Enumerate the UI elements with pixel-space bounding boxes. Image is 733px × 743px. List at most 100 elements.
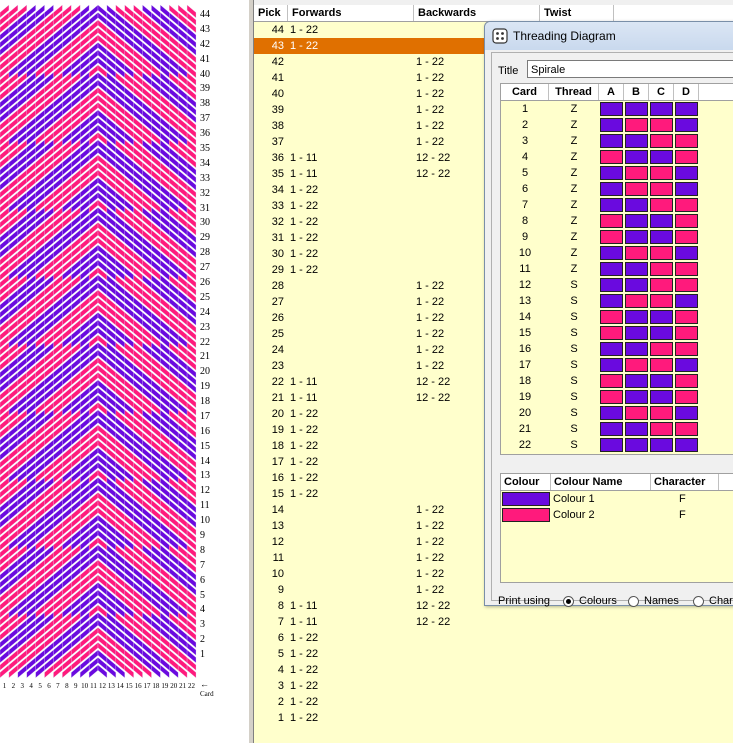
hole-a-swatch[interactable] (600, 102, 623, 116)
colour-swatch[interactable] (502, 492, 550, 506)
card-row[interactable]: 16 S (501, 341, 733, 357)
radio-names-label[interactable]: Names (644, 595, 679, 607)
hole-c-swatch[interactable] (650, 182, 673, 196)
hole-b-swatch[interactable] (625, 134, 648, 148)
hole-b-swatch[interactable] (625, 422, 648, 436)
card-row[interactable]: 12 S (501, 277, 733, 293)
hole-b-swatch[interactable] (625, 310, 648, 324)
thread-direction[interactable]: Z (549, 165, 599, 181)
thread-direction[interactable]: S (549, 389, 599, 405)
hole-a-swatch[interactable] (600, 214, 623, 228)
thread-direction[interactable]: S (549, 405, 599, 421)
hole-b-swatch[interactable] (625, 390, 648, 404)
hole-d-swatch[interactable] (675, 406, 698, 420)
colour-swatch[interactable] (502, 508, 550, 522)
hole-a-swatch[interactable] (600, 246, 623, 260)
thread-direction[interactable]: S (549, 357, 599, 373)
hole-c-swatch[interactable] (650, 134, 673, 148)
hole-a-swatch[interactable] (600, 326, 623, 340)
hole-c-swatch[interactable] (650, 118, 673, 132)
hole-d-swatch[interactable] (675, 198, 698, 212)
card-row[interactable]: 14 S (501, 309, 733, 325)
card-row[interactable]: 19 S (501, 389, 733, 405)
hole-b-swatch[interactable] (625, 214, 648, 228)
card-row[interactable]: 5Z (501, 165, 733, 181)
hole-d-swatch[interactable] (675, 134, 698, 148)
hole-d-swatch[interactable] (675, 438, 698, 452)
thread-direction[interactable]: Z (549, 213, 599, 229)
pick-row[interactable]: 3 1 - 22 (254, 678, 733, 694)
hole-c-swatch[interactable] (650, 374, 673, 388)
card-row[interactable]: 21 S (501, 421, 733, 437)
hole-c-swatch[interactable] (650, 278, 673, 292)
thread-direction[interactable]: S (549, 437, 599, 453)
hole-a-swatch[interactable] (600, 166, 623, 180)
thread-direction[interactable]: Z (549, 117, 599, 133)
col-header-d[interactable]: D (674, 84, 699, 100)
hole-d-swatch[interactable] (675, 214, 698, 228)
card-row[interactable]: 3Z (501, 133, 733, 149)
hole-c-swatch[interactable] (650, 150, 673, 164)
hole-a-swatch[interactable] (600, 150, 623, 164)
thread-direction[interactable]: Z (549, 101, 599, 117)
hole-c-swatch[interactable] (650, 438, 673, 452)
hole-c-swatch[interactable] (650, 406, 673, 420)
pick-row[interactable]: 4 1 - 22 (254, 662, 733, 678)
hole-a-swatch[interactable] (600, 310, 623, 324)
hole-d-swatch[interactable] (675, 246, 698, 260)
thread-direction[interactable]: S (549, 341, 599, 357)
hole-a-swatch[interactable] (600, 342, 623, 356)
col-header-card[interactable]: Card (501, 84, 549, 100)
card-row[interactable]: 13 S (501, 293, 733, 309)
pick-row[interactable]: 2 1 - 22 (254, 694, 733, 710)
col-header-character[interactable]: Character (651, 474, 719, 490)
card-row[interactable]: 15 S (501, 325, 733, 341)
hole-c-swatch[interactable] (650, 246, 673, 260)
hole-d-swatch[interactable] (675, 390, 698, 404)
hole-c-swatch[interactable] (650, 342, 673, 356)
thread-direction[interactable]: S (549, 309, 599, 325)
pick-row[interactable]: 7 1 - 11 12 - 22 (254, 614, 733, 630)
hole-b-swatch[interactable] (625, 262, 648, 276)
hole-d-swatch[interactable] (675, 422, 698, 436)
hole-b-swatch[interactable] (625, 182, 648, 196)
hole-a-swatch[interactable] (600, 358, 623, 372)
title-input[interactable]: Spirale (527, 60, 733, 78)
pick-row[interactable]: 6 1 - 22 (254, 630, 733, 646)
card-row[interactable]: 11 Z (501, 261, 733, 277)
hole-d-swatch[interactable] (675, 102, 698, 116)
radio-colours-label[interactable]: Colours (579, 595, 617, 607)
radio-characters[interactable] (693, 596, 704, 607)
hole-c-swatch[interactable] (650, 390, 673, 404)
thread-direction[interactable]: S (549, 293, 599, 309)
hole-a-swatch[interactable] (600, 134, 623, 148)
hole-d-swatch[interactable] (675, 230, 698, 244)
hole-b-swatch[interactable] (625, 438, 648, 452)
hole-a-swatch[interactable] (600, 374, 623, 388)
hole-a-swatch[interactable] (600, 198, 623, 212)
card-row[interactable]: 2Z (501, 117, 733, 133)
col-header-colour-name[interactable]: Colour Name (551, 474, 651, 490)
card-row[interactable]: 9Z (501, 229, 733, 245)
hole-c-swatch[interactable] (650, 102, 673, 116)
thread-direction[interactable]: S (549, 421, 599, 437)
hole-c-swatch[interactable] (650, 198, 673, 212)
hole-d-swatch[interactable] (675, 262, 698, 276)
hole-d-swatch[interactable] (675, 310, 698, 324)
hole-d-swatch[interactable] (675, 166, 698, 180)
thread-direction[interactable]: S (549, 373, 599, 389)
hole-c-swatch[interactable] (650, 422, 673, 436)
hole-b-swatch[interactable] (625, 198, 648, 212)
hole-b-swatch[interactable] (625, 166, 648, 180)
card-row[interactable]: 1Z (501, 101, 733, 117)
card-row[interactable]: 18 S (501, 373, 733, 389)
hole-d-swatch[interactable] (675, 150, 698, 164)
card-row[interactable]: 17 S (501, 357, 733, 373)
hole-d-swatch[interactable] (675, 374, 698, 388)
hole-b-swatch[interactable] (625, 374, 648, 388)
hole-a-swatch[interactable] (600, 406, 623, 420)
hole-b-swatch[interactable] (625, 406, 648, 420)
col-header-c[interactable]: C (649, 84, 674, 100)
thread-direction[interactable]: Z (549, 197, 599, 213)
thread-direction[interactable]: S (549, 325, 599, 341)
